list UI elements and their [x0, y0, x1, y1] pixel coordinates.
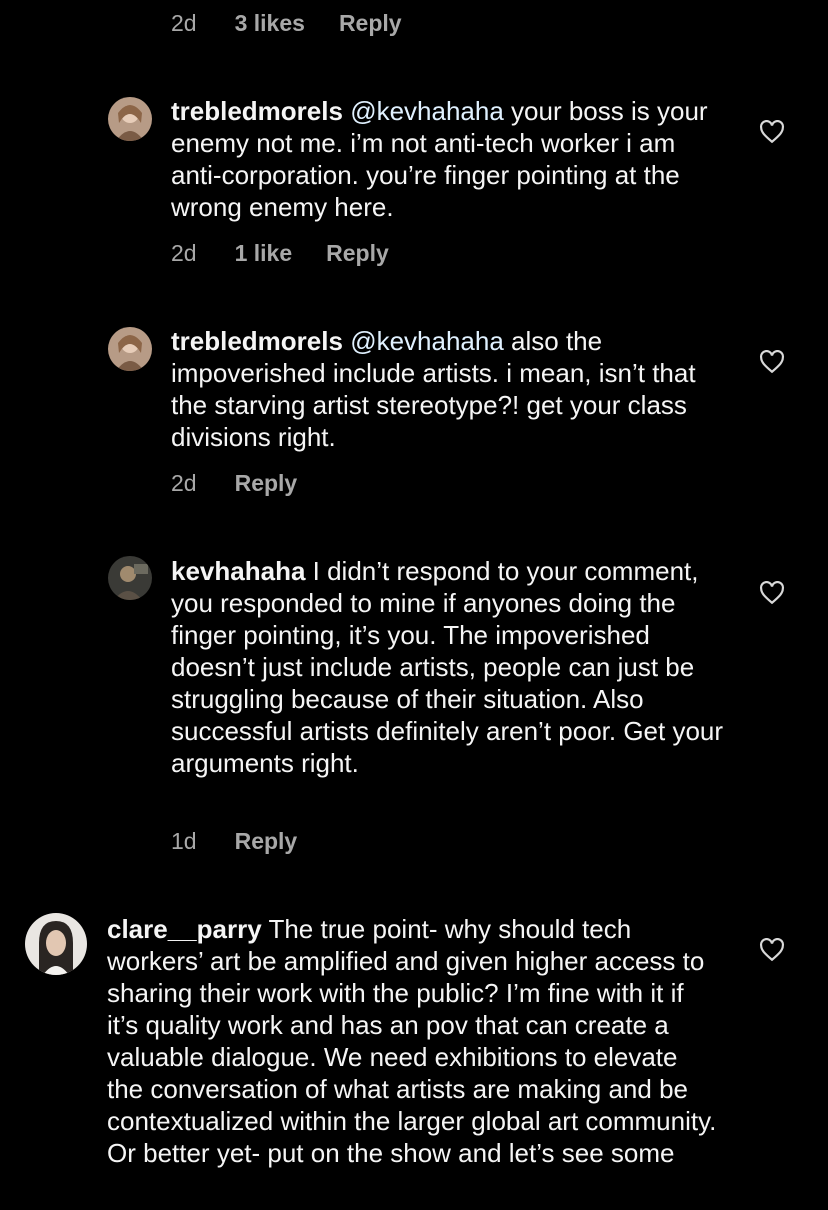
heart-outline-icon[interactable]	[759, 938, 785, 962]
reply-button[interactable]: Reply	[339, 10, 402, 37]
comment-meta: 2d Reply	[171, 470, 297, 497]
comment-mention[interactable]: @kevhahaha	[350, 96, 504, 126]
comment-time: 2d	[171, 240, 197, 266]
comment-time: 1d	[171, 828, 197, 854]
reply-button[interactable]: Reply	[235, 828, 298, 855]
avatar[interactable]	[25, 913, 87, 975]
comment-username[interactable]: trebledmorels	[171, 326, 343, 356]
comment-username[interactable]: kevhahaha	[171, 556, 305, 586]
comment-text: clare__parry The true point- why should …	[107, 913, 719, 1169]
reply-button[interactable]: Reply	[235, 470, 298, 497]
comment-likes[interactable]: 3 likes	[235, 10, 305, 37]
heart-outline-icon[interactable]	[759, 581, 785, 605]
comment-body: The true point- why should tech workers’…	[107, 914, 717, 1168]
comment-username[interactable]: clare__parry	[107, 914, 262, 944]
comment-meta-top: 2d 3 likes Reply	[171, 10, 402, 37]
avatar[interactable]	[108, 327, 152, 371]
comment-body: I didn’t respond to your comment, you re…	[171, 556, 724, 778]
comment-username[interactable]: trebledmorels	[171, 96, 343, 126]
comment-time: 2d	[171, 10, 197, 36]
avatar[interactable]	[108, 97, 152, 141]
heart-outline-icon[interactable]	[759, 350, 785, 374]
comment-mention[interactable]: @kevhahaha	[350, 326, 504, 356]
comment-meta: 2d 1 like Reply	[171, 240, 389, 267]
comment-time: 2d	[171, 470, 197, 496]
reply-button[interactable]: Reply	[326, 240, 389, 267]
comment-text: trebledmorels @kevhahaha also the impove…	[171, 325, 731, 453]
comment-likes[interactable]: 1 like	[235, 240, 293, 267]
comment-text: trebledmorels @kevhahaha your boss is yo…	[171, 95, 731, 223]
comment-text: kevhahaha I didn’t respond to your comme…	[171, 555, 731, 779]
comment-meta: 1d Reply	[171, 828, 297, 855]
avatar[interactable]	[108, 556, 152, 600]
heart-outline-icon[interactable]	[759, 120, 785, 144]
